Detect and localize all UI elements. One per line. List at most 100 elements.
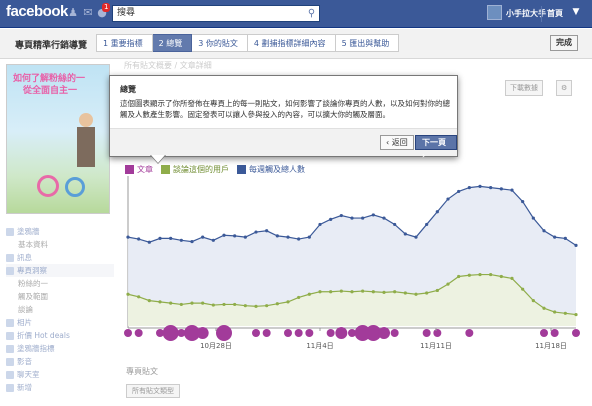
series-point-0 [361, 216, 365, 220]
back-button[interactable]: ‹ 返回 [380, 135, 414, 150]
sidebar-item-label: 塗鴉牆指標 [17, 344, 55, 353]
legend-swatch-reach [237, 165, 246, 174]
cover-caption: 如何了解粉絲的一 從全面自主一 [13, 73, 85, 97]
series-point-0 [286, 235, 290, 239]
sidebar-item-1[interactable]: 基本資料 [6, 238, 114, 251]
series-point-0 [467, 186, 471, 190]
next-button[interactable]: 下一頁 › [415, 135, 457, 160]
chart-legend: 文章 談論這個的用戶 每週觸及總人數 [125, 164, 305, 175]
guide-step-1[interactable]: 1 重要指標 [96, 34, 153, 52]
series-point-0 [137, 237, 141, 241]
series-point-1 [265, 304, 269, 308]
series-point-0 [499, 187, 503, 191]
x-tick-label: 11月18日 [535, 342, 567, 350]
series-point-0 [446, 197, 450, 201]
legend-posts[interactable]: 文章 [125, 164, 153, 175]
sidebar-item-7[interactable]: 相片 [6, 316, 114, 329]
cover-figure-body [77, 127, 95, 167]
post-bubble [335, 327, 348, 339]
series-point-0 [201, 235, 205, 239]
sidebar-item-10[interactable]: 影音 [6, 355, 114, 368]
series-point-1 [457, 274, 461, 279]
series-point-1 [467, 273, 471, 277]
sidebar-item-label: 訊息 [17, 253, 32, 262]
series-point-1 [361, 289, 365, 293]
back-button-label: 返回 [391, 138, 408, 147]
guide-step-4[interactable]: 4 劃捕指標詳細內容 [247, 34, 336, 52]
sidebar-item-icon [6, 227, 14, 236]
sidebar-item-5[interactable]: 觸及範圍 [6, 290, 114, 303]
series-point-1 [414, 292, 418, 296]
legend-swatch-posts [125, 165, 134, 174]
series-point-1 [371, 290, 375, 294]
sidebar-item-3[interactable]: 專頁洞察 [6, 264, 114, 277]
post-bubble [465, 329, 474, 337]
avatar[interactable] [487, 5, 502, 20]
series-point-0 [393, 222, 397, 227]
sidebar-item-label: 相片 [17, 318, 32, 327]
sidebar-item-icon [6, 370, 14, 379]
guide-steps: 1 重要指標 2 總覽 3 你的貼文 4 劃捕指標詳細內容 5 匯出與幫助 [96, 34, 400, 52]
sidebar-item-8[interactable]: 折價 Hot deals [6, 329, 114, 342]
series-point-0 [403, 232, 407, 236]
post-bubble [252, 329, 260, 337]
popup-body: 這個圖表顯示了你所發佈在專頁上的每一則貼文，如何影響了談論你專頁的人數，以及如何… [120, 99, 450, 119]
post-bubble [305, 329, 314, 337]
sidebar-item-label: 聊天室 [17, 370, 40, 379]
sidebar-item-11[interactable]: 聊天室 [6, 368, 114, 381]
sidebar-item-label: 觸及範圍 [18, 292, 48, 301]
series-point-0 [489, 186, 493, 190]
series-point-0 [169, 236, 173, 240]
finish-button[interactable]: 完成 [550, 35, 578, 51]
sidebar-item-2[interactable]: 訊息 [6, 251, 114, 264]
legend-label-reach: 每週觸及總人數 [249, 165, 305, 174]
guide-step-5[interactable]: 5 匯出與幫助 [335, 34, 400, 52]
guide-step-2[interactable]: 2 總覽 [152, 34, 193, 52]
post-bubble [390, 329, 399, 337]
sidebar-item-0[interactable]: 塗鴉牆 [6, 225, 114, 238]
cover-figure-head [79, 113, 93, 127]
sidebar-item-6[interactable]: 談論 [6, 303, 114, 316]
series-point-0 [243, 235, 247, 239]
legend-talking[interactable]: 談論這個的用戶 [161, 164, 229, 175]
topbar-divider [541, 6, 542, 22]
series-point-0 [510, 188, 514, 192]
series-point-0 [531, 216, 535, 220]
facebook-logo[interactable]: facebook [6, 3, 68, 20]
friend-requests-icon[interactable]: ♟ [66, 6, 80, 20]
search-input[interactable]: 搜尋 [112, 5, 320, 22]
guide-step-3[interactable]: 3 你的貼文 [192, 34, 248, 52]
sidebar-item-icon [6, 331, 14, 340]
series-point-1 [339, 289, 343, 293]
series-point-1 [137, 295, 141, 299]
settings-dropdown[interactable]: ⚙ [556, 80, 573, 96]
overview-chart: 10月28日 11月4日 11月11日 11月18日 [124, 176, 580, 350]
search-icon[interactable]: ⚲ [304, 6, 319, 21]
post-bubble [124, 329, 132, 337]
post-type-select[interactable]: 所有貼文類型 [126, 384, 180, 398]
guide-title: 專頁精準行銷導覽 [15, 41, 88, 51]
sidebar-item-label: 影音 [17, 357, 32, 366]
series-point-1 [542, 306, 546, 310]
posts-tabs[interactable]: 所有貼文概要 / 文章詳細 [124, 60, 212, 71]
sidebar-item-icon [6, 344, 14, 353]
series-point-0 [179, 238, 183, 242]
export-data-button[interactable]: 下載數據 [505, 80, 543, 96]
series-point-1 [158, 300, 162, 304]
x-tick-label: 11月4日 [306, 342, 333, 350]
series-point-1 [254, 304, 258, 308]
sidebar-item-12[interactable]: 新增 [6, 381, 114, 394]
legend-reach[interactable]: 每週觸及總人數 [237, 164, 305, 175]
series-point-0 [265, 229, 269, 233]
home-link[interactable]: 首頁 [547, 8, 563, 19]
series-point-1 [478, 272, 482, 277]
chevron-down-icon[interactable]: ▼ [570, 7, 582, 19]
sidebar-item-4[interactable]: 粉絲的一 [6, 277, 114, 290]
popup-title: 總覽 [120, 85, 136, 94]
profile-link[interactable]: 小手拉大手 [506, 8, 546, 19]
messages-icon[interactable]: ✉ [81, 6, 95, 20]
series-point-1 [297, 295, 301, 300]
series-point-1 [446, 282, 450, 286]
page-cover-image: 如何了解粉絲的一 從全面自主一 [6, 64, 110, 214]
sidebar-item-9[interactable]: 塗鴉牆指標 [6, 342, 114, 355]
